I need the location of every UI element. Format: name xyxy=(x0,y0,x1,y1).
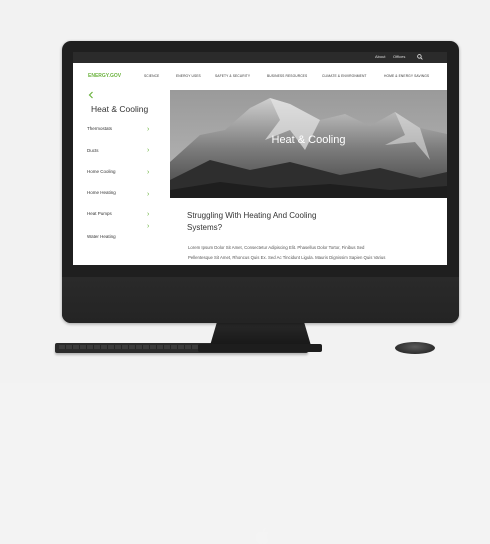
content-body-line: Lorem Ipsum Dolor Sit Amet, Consectetur … xyxy=(188,245,365,250)
chevron-right-icon[interactable]: › xyxy=(147,169,149,176)
monitor-chin xyxy=(62,277,459,544)
chevron-right-icon[interactable]: › xyxy=(147,147,149,154)
main-content: Struggling With Heating And Cooling Syst… xyxy=(170,198,447,265)
monitor-stand-base xyxy=(198,344,322,352)
sidebar: Heat & Cooling Thermostats › Ducts › Hom… xyxy=(73,90,170,265)
nav-item-energy-uses[interactable]: ENERGY USES xyxy=(176,74,201,78)
content-heading: Struggling With Heating And Cooling Syst… xyxy=(187,211,317,232)
chevron-left-icon[interactable] xyxy=(88,91,94,99)
nav-item-business-resources[interactable]: BUSINESS RESOURCES xyxy=(267,74,307,78)
content-body-line: Pellentesque Sit Amet, Rhoncus Quis Ex. … xyxy=(188,255,386,260)
nav-item-safety-security[interactable]: SAFETY & SECURITY xyxy=(215,74,250,78)
sidebar-item-ducts[interactable]: Ducts xyxy=(87,148,99,153)
sidebar-item-home-heating[interactable]: Home Heating xyxy=(87,190,116,195)
content-body: Lorem Ipsum Dolor Sit Amet, Consectetur … xyxy=(188,243,444,263)
chevron-right-icon[interactable]: › xyxy=(147,191,149,198)
nav-item-home-energy-savings[interactable]: HOME & ENERGY SAVINGS xyxy=(384,74,429,78)
search-icon[interactable] xyxy=(417,54,423,60)
brand-logo[interactable]: ENERGY.GOV xyxy=(88,73,121,79)
chevron-right-icon[interactable]: › xyxy=(147,126,149,133)
offices-link[interactable]: Offices xyxy=(393,54,405,59)
sidebar-item-home-cooling[interactable]: Home Cooling xyxy=(87,169,116,174)
sidebar-item-heat-pumps[interactable]: Heat Pumps xyxy=(87,211,112,216)
screen: About Offices ENERGY.GOV SCIENCE ENERGY … xyxy=(73,52,447,265)
hero-banner: Heat & Cooling xyxy=(170,90,447,198)
main-nav: ENERGY.GOV SCIENCE ENERGY USES SAFETY & … xyxy=(73,63,447,90)
sidebar-title: Heat & Cooling xyxy=(91,104,149,114)
utility-bar: About Offices xyxy=(73,52,447,63)
chevron-right-icon[interactable]: › xyxy=(147,223,149,230)
sidebar-item-thermostats[interactable]: Thermostats xyxy=(87,126,112,131)
hero-title: Heat & Cooling xyxy=(271,134,346,146)
desk-scene: About Offices ENERGY.GOV SCIENCE ENERGY … xyxy=(0,0,490,544)
nav-item-science[interactable]: SCIENCE xyxy=(144,74,159,78)
sidebar-item-water-heating[interactable]: Water Heating xyxy=(87,234,116,239)
about-link[interactable]: About xyxy=(375,54,385,59)
mouse xyxy=(395,342,435,354)
apple-logo-icon xyxy=(255,528,269,544)
nav-item-climate-environment[interactable]: CLIMATE & ENVIRONMENT xyxy=(322,74,367,78)
chevron-right-icon[interactable]: › xyxy=(147,211,149,218)
